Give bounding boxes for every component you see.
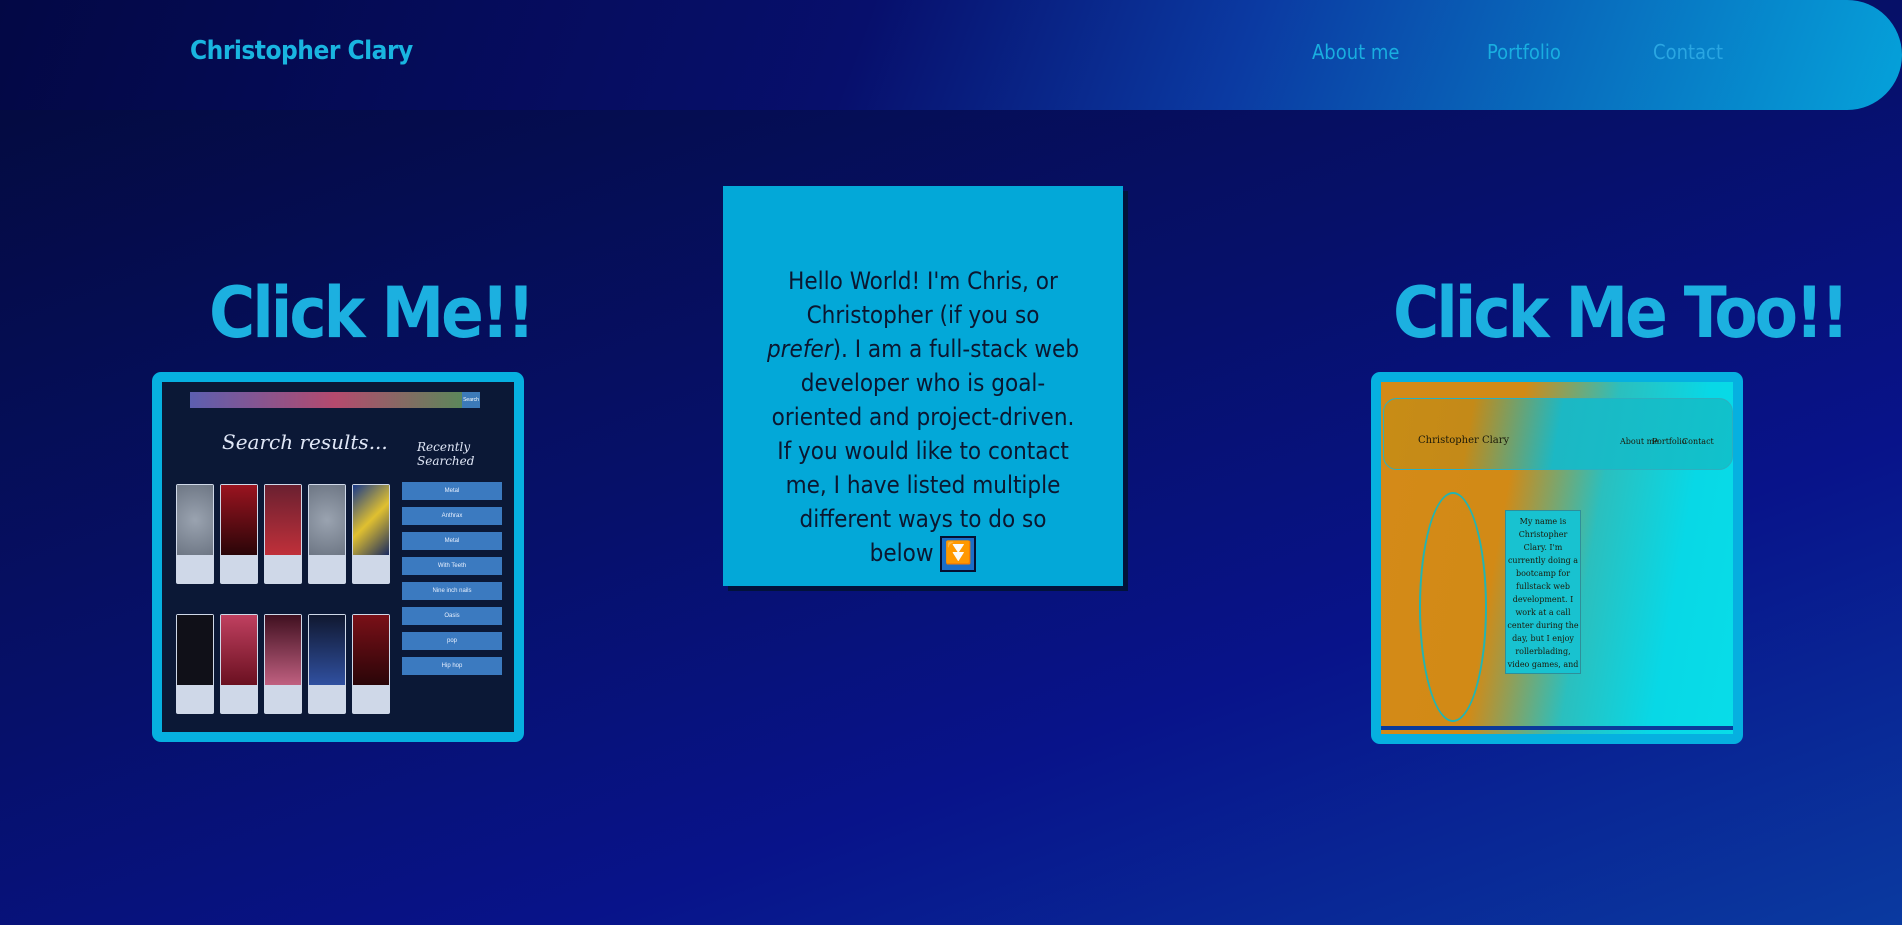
- album-card: [220, 484, 258, 584]
- album-card: [176, 484, 214, 584]
- project-2-thumbnail[interactable]: Christopher Clary About me Portfolio Con…: [1371, 372, 1743, 744]
- thumb-search-bar: Search: [190, 392, 480, 408]
- thumb-photo-frame: [1419, 492, 1487, 722]
- thumb-search-button: Search: [462, 392, 480, 408]
- intro-box: Hello World! I'm Chris, or Christopher (…: [723, 186, 1123, 586]
- album-card: [352, 614, 390, 714]
- recent-search-button: Metal: [402, 532, 502, 550]
- thumb-footer-bar: [1381, 726, 1733, 730]
- intro-text: Hello World! I'm Chris, or Christopher (…: [763, 264, 1083, 572]
- recent-search-button: With Teeth: [402, 557, 502, 575]
- thumb-recent-title: Recently Searched: [417, 440, 475, 468]
- recent-search-button: Anthrax: [402, 507, 502, 525]
- thumb-header: Christopher Clary About me Portfolio Con…: [1383, 398, 1733, 470]
- album-card: [264, 614, 302, 714]
- album-card: [176, 614, 214, 714]
- album-card: [264, 484, 302, 584]
- nav-contact[interactable]: Contact: [1653, 40, 1723, 64]
- site-header: Christopher Clary About me Portfolio Con…: [0, 0, 1902, 110]
- intro-text-part: ). I am a full-stack web developer who i…: [771, 335, 1080, 567]
- intro-text-part: Hello World! I'm Chris, or Christopher (…: [788, 267, 1058, 329]
- album-card: [352, 484, 390, 584]
- thumb-nav-item: Contact: [1682, 437, 1714, 446]
- recent-search-button: pop: [402, 632, 502, 650]
- album-card: [308, 614, 346, 714]
- nav-portfolio[interactable]: Portfolio: [1487, 40, 1561, 64]
- album-card: [308, 484, 346, 584]
- project-1-title-link[interactable]: Click Me!!: [209, 272, 535, 354]
- thumb-about-paragraph: My name is Christopher Clary. I'm curren…: [1505, 510, 1581, 674]
- brand-name[interactable]: Christopher Clary: [190, 36, 413, 66]
- thumb-brand: Christopher Clary: [1418, 435, 1510, 446]
- recent-search-button: Nine inch nails: [402, 582, 502, 600]
- album-card: [220, 614, 258, 714]
- intro-emphasis: prefer: [766, 335, 833, 363]
- project-2-title-link[interactable]: Click Me Too!!: [1393, 272, 1849, 354]
- scroll-down-icon[interactable]: ⏬: [940, 536, 977, 572]
- thumb-results-title: Search results...: [222, 430, 388, 454]
- recent-search-button: Metal: [402, 482, 502, 500]
- project-1-thumbnail[interactable]: Search Search results... Recently Search…: [152, 372, 524, 742]
- recent-search-button: Hip hop: [402, 657, 502, 675]
- nav-about-me[interactable]: About me: [1312, 40, 1400, 64]
- recent-search-button: Oasis: [402, 607, 502, 625]
